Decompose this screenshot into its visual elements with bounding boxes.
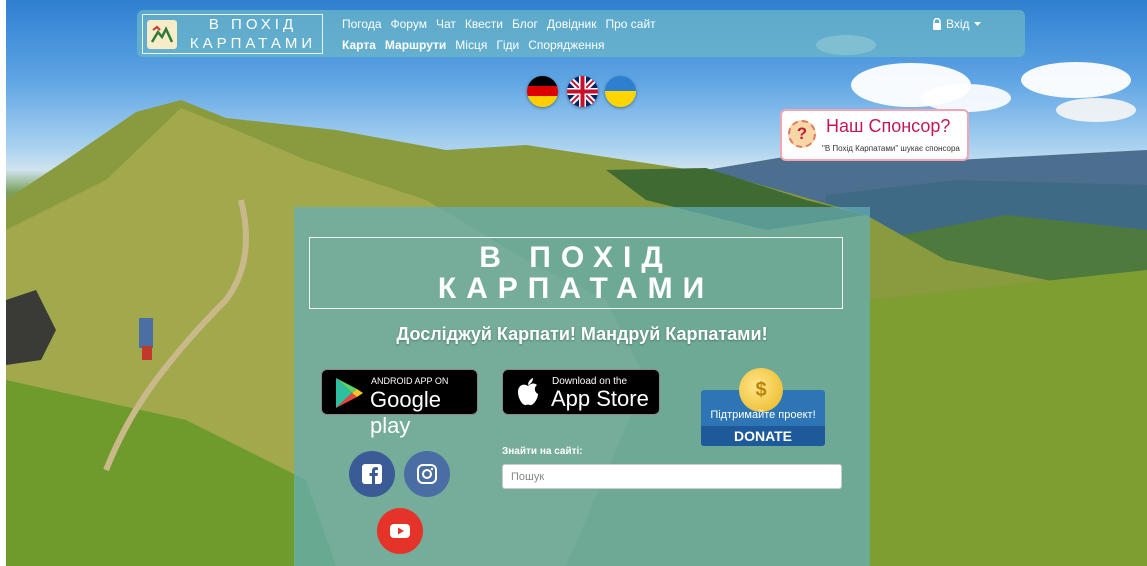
sponsor-subtitle: "В Похід Карпатами" шукає спонсора xyxy=(822,144,960,153)
nav-item-places[interactable]: Місця xyxy=(455,38,487,52)
mountain-logo-icon xyxy=(147,20,177,49)
nav-item-guides[interactable]: Гіди xyxy=(496,38,519,52)
donate-widget[interactable]: $ Підтримайте проект! DONATE xyxy=(701,368,825,446)
instagram-icon xyxy=(417,464,437,484)
hero-tagline: Досліджуй Карпати! Мандруй Карпатами! xyxy=(396,324,768,344)
app-store-big-text: App Store xyxy=(551,386,649,411)
nav-item-quests[interactable]: Квести xyxy=(465,17,503,31)
brand-name-line1: В ПОХІД xyxy=(208,16,298,33)
youtube-icon xyxy=(390,524,410,538)
brand-logo-link[interactable]: В ПОХІД КАРПАТАМИ xyxy=(142,14,323,54)
donate-button[interactable]: DONATE xyxy=(701,426,825,446)
facebook-button[interactable] xyxy=(349,451,395,497)
nav-item-routes[interactable]: Маршрути xyxy=(385,38,446,52)
question-mark-icon: ? xyxy=(788,120,816,148)
german-flag-icon[interactable] xyxy=(527,76,558,107)
login-label: Вхід xyxy=(946,17,970,31)
nav-item-forum[interactable]: Форум xyxy=(391,17,427,31)
nav-item-equipment[interactable]: Спорядження xyxy=(528,38,604,52)
sponsor-banner[interactable]: ? Наш Спонсор? "В Похід Карпатами" шукає… xyxy=(780,109,969,161)
sponsor-title: Наш Спонсор? xyxy=(826,116,951,136)
nav-item-map[interactable]: Карта xyxy=(342,38,376,52)
login-dropdown[interactable]: Вхід xyxy=(932,17,981,31)
main-menu-row1: Погода Форум Чат Квести Блог Довідник Пр… xyxy=(342,17,656,31)
lock-icon xyxy=(933,18,941,30)
google-play-button[interactable]: ANDROID APP ON Google play xyxy=(321,369,478,438)
donate-label: Підтримайте проект! xyxy=(710,409,816,421)
main-menu-row2: Карта Маршрути Місця Гіди Спорядження xyxy=(342,38,605,52)
search-label: Знайти на сайті: xyxy=(502,446,583,457)
app-store-button[interactable]: Download on the App Store xyxy=(502,369,660,415)
google-play-icon xyxy=(336,378,363,408)
brand-name-line2: КАРПАТАМИ xyxy=(189,35,317,52)
apple-icon xyxy=(518,378,538,406)
youtube-button[interactable] xyxy=(377,508,423,554)
nav-item-weather[interactable]: Погода xyxy=(342,17,382,31)
nav-item-blog[interactable]: Блог xyxy=(512,17,538,31)
search-input[interactable] xyxy=(502,464,842,489)
nav-item-guide[interactable]: Довідник xyxy=(547,17,597,31)
uk-flag-icon[interactable] xyxy=(567,76,598,107)
google-play-small-text: ANDROID APP ON xyxy=(371,376,449,386)
facebook-icon xyxy=(362,464,382,484)
google-play-big-text: Google play xyxy=(370,387,441,438)
nav-item-about[interactable]: Про сайт xyxy=(605,17,655,31)
coin-icon: $ xyxy=(739,368,783,412)
hero-title-line1: В ПОХІД xyxy=(479,241,673,274)
ukrainian-flag-icon[interactable] xyxy=(605,76,636,107)
nav-item-chat[interactable]: Чат xyxy=(436,17,456,31)
caret-down-icon xyxy=(973,21,981,26)
hero-title-line2: КАРПАТАМИ xyxy=(437,272,715,305)
instagram-button[interactable] xyxy=(404,451,450,497)
